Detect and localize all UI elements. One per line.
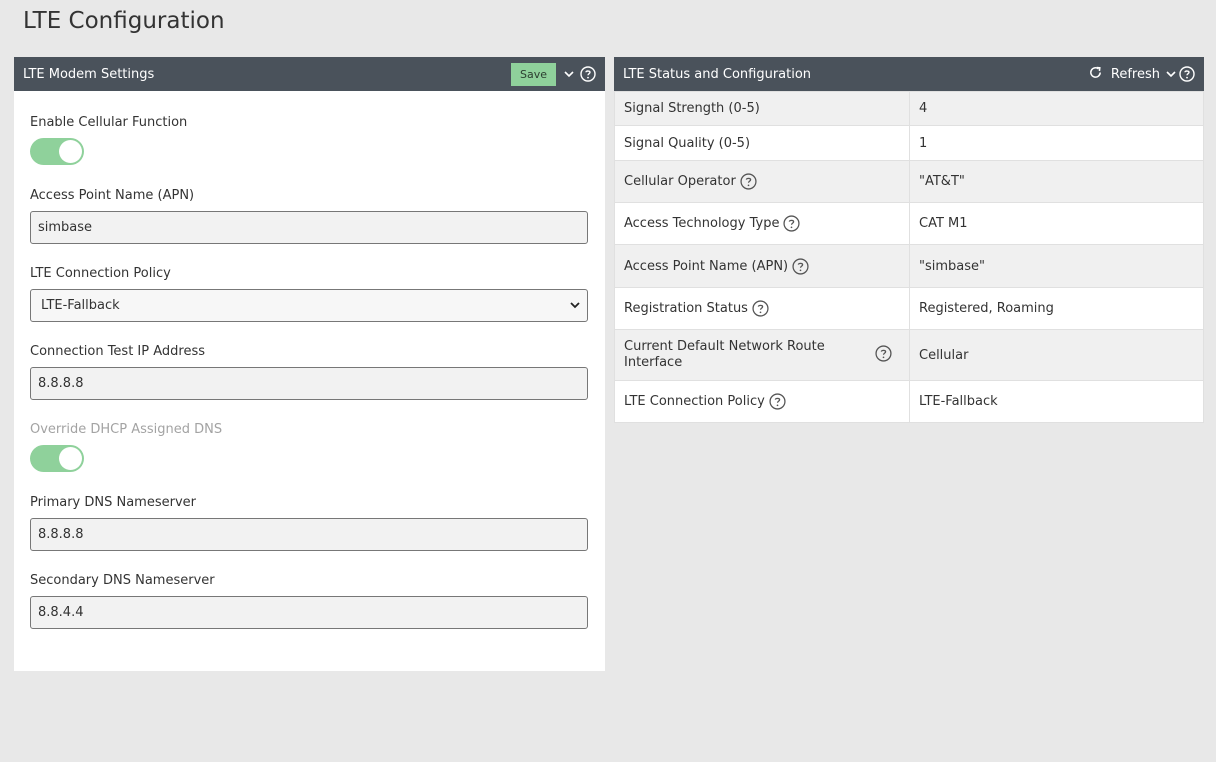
status-row: Current Default Network Route Interface C… bbox=[614, 329, 1204, 381]
status-row: Registration Status Registered, Roaming bbox=[614, 287, 1204, 330]
status-row: Access Technology Type CAT M1 bbox=[614, 202, 1204, 245]
status-row: Cellular Operator "AT&T" bbox=[614, 160, 1204, 203]
status-key-cell: Registration Status bbox=[614, 287, 910, 330]
status-key-cell: Signal Quality (0-5) bbox=[614, 125, 910, 161]
status-key-cell: LTE Connection Policy bbox=[614, 380, 910, 423]
status-row: LTE Connection Policy LTE-Fallback bbox=[614, 380, 1204, 423]
status-key: Signal Quality (0-5) bbox=[624, 136, 900, 151]
chevron-down-icon[interactable] bbox=[564, 70, 574, 78]
enable-cellular-label: Enable Cellular Function bbox=[30, 115, 188, 130]
save-button[interactable]: Save bbox=[510, 62, 556, 86]
status-key-label: Cellular Operator bbox=[624, 174, 736, 189]
refresh-icon bbox=[1088, 65, 1103, 84]
status-value: CAT M1 bbox=[909, 202, 1204, 245]
status-key: Access Point Name (APN) bbox=[624, 257, 900, 275]
test-ip-input[interactable]: 8.8.8.8 bbox=[30, 367, 588, 400]
help-icon[interactable] bbox=[580, 66, 596, 82]
help-icon[interactable] bbox=[1179, 66, 1195, 82]
status-row: Signal Strength (0-5) 4 bbox=[614, 91, 1204, 126]
connection-policy-value: LTE-Fallback bbox=[41, 298, 120, 313]
override-dns-label: Override DHCP Assigned DNS bbox=[30, 422, 223, 437]
secondary-dns-label: Secondary DNS Nameserver bbox=[30, 573, 215, 588]
chevron-down-icon[interactable] bbox=[1166, 70, 1176, 78]
connection-policy-label: LTE Connection Policy bbox=[30, 266, 171, 281]
status-key-cell: Cellular Operator bbox=[614, 160, 910, 203]
panel-header: LTE Status and Configuration Refresh bbox=[614, 57, 1204, 91]
status-value: 4 bbox=[909, 91, 1204, 126]
help-icon[interactable] bbox=[875, 344, 892, 366]
help-icon[interactable] bbox=[792, 257, 809, 275]
status-key-cell: Current Default Network Route Interface bbox=[614, 329, 910, 381]
status-key-cell: Signal Strength (0-5) bbox=[614, 91, 910, 126]
panel-title: LTE Modem Settings bbox=[23, 66, 155, 82]
chevron-down-icon bbox=[570, 298, 580, 313]
primary-dns-value: 8.8.8.8 bbox=[38, 527, 84, 542]
status-key: Current Default Network Route Interface bbox=[624, 339, 900, 371]
lte-modem-settings-panel: LTE Modem Settings Save Enable Cellular … bbox=[14, 57, 605, 671]
status-value: Cellular bbox=[909, 329, 1204, 381]
panel-title: LTE Status and Configuration bbox=[623, 66, 812, 82]
status-key: Signal Strength (0-5) bbox=[624, 101, 900, 116]
help-icon[interactable] bbox=[783, 215, 801, 232]
page-title: LTE Configuration bbox=[23, 8, 225, 34]
status-value: 1 bbox=[909, 125, 1204, 161]
toggle-knob bbox=[59, 447, 82, 470]
status-table: Signal Strength (0-5) 4 Signal Quality (0-… bbox=[614, 91, 1204, 423]
status-key: Cellular Operator bbox=[624, 173, 900, 190]
refresh-button[interactable]: Refresh bbox=[1088, 65, 1160, 84]
lte-settings-form: Enable Cellular Function Access Point Na… bbox=[14, 91, 605, 629]
status-key-label: Signal Strength (0-5) bbox=[624, 101, 760, 116]
status-row: Access Point Name (APN) "simbase" bbox=[614, 244, 1204, 288]
status-key-label: LTE Connection Policy bbox=[624, 394, 765, 409]
connection-policy-select[interactable]: LTE-Fallback bbox=[30, 289, 588, 322]
refresh-label: Refresh bbox=[1110, 66, 1160, 82]
status-value: "simbase" bbox=[909, 244, 1204, 288]
apn-value: simbase bbox=[38, 220, 93, 235]
status-value: LTE-Fallback bbox=[909, 380, 1204, 423]
secondary-dns-input[interactable]: 8.8.4.4 bbox=[30, 596, 588, 629]
status-key-cell: Access Technology Type bbox=[614, 202, 910, 245]
status-key-label: Access Technology Type bbox=[624, 216, 780, 231]
enable-cellular-toggle[interactable] bbox=[30, 138, 84, 165]
override-dns-toggle[interactable] bbox=[30, 445, 84, 472]
apn-label: Access Point Name (APN) bbox=[30, 188, 195, 203]
status-key-label: Signal Quality (0-5) bbox=[624, 135, 751, 151]
status-key: Registration Status bbox=[624, 300, 900, 317]
test-ip-label: Connection Test IP Address bbox=[30, 344, 205, 359]
apn-input[interactable]: simbase bbox=[30, 211, 588, 244]
status-key-label: Current Default Network Route Interface bbox=[624, 339, 825, 370]
status-row: Signal Quality (0-5) 1 bbox=[614, 125, 1204, 161]
help-icon[interactable] bbox=[769, 393, 786, 410]
primary-dns-input[interactable]: 8.8.8.8 bbox=[30, 518, 588, 551]
lte-status-panel: LTE Status and Configuration Refresh Sig… bbox=[614, 57, 1204, 423]
test-ip-value: 8.8.8.8 bbox=[38, 376, 84, 391]
help-icon[interactable] bbox=[740, 173, 757, 190]
status-key-cell: Access Point Name (APN) bbox=[614, 244, 910, 288]
primary-dns-label: Primary DNS Nameserver bbox=[30, 495, 196, 510]
status-key-label: Access Point Name (APN) bbox=[624, 258, 789, 274]
status-key: Access Technology Type bbox=[624, 215, 900, 232]
panel-header: LTE Modem Settings Save bbox=[14, 57, 605, 91]
help-icon[interactable] bbox=[752, 300, 769, 317]
secondary-dns-value: 8.8.4.4 bbox=[38, 605, 84, 620]
status-key: LTE Connection Policy bbox=[624, 393, 900, 410]
toggle-knob bbox=[59, 140, 82, 163]
status-value: "AT&T" bbox=[909, 160, 1204, 203]
status-key-label: Registration Status bbox=[624, 301, 748, 316]
status-value: Registered, Roaming bbox=[909, 287, 1204, 330]
